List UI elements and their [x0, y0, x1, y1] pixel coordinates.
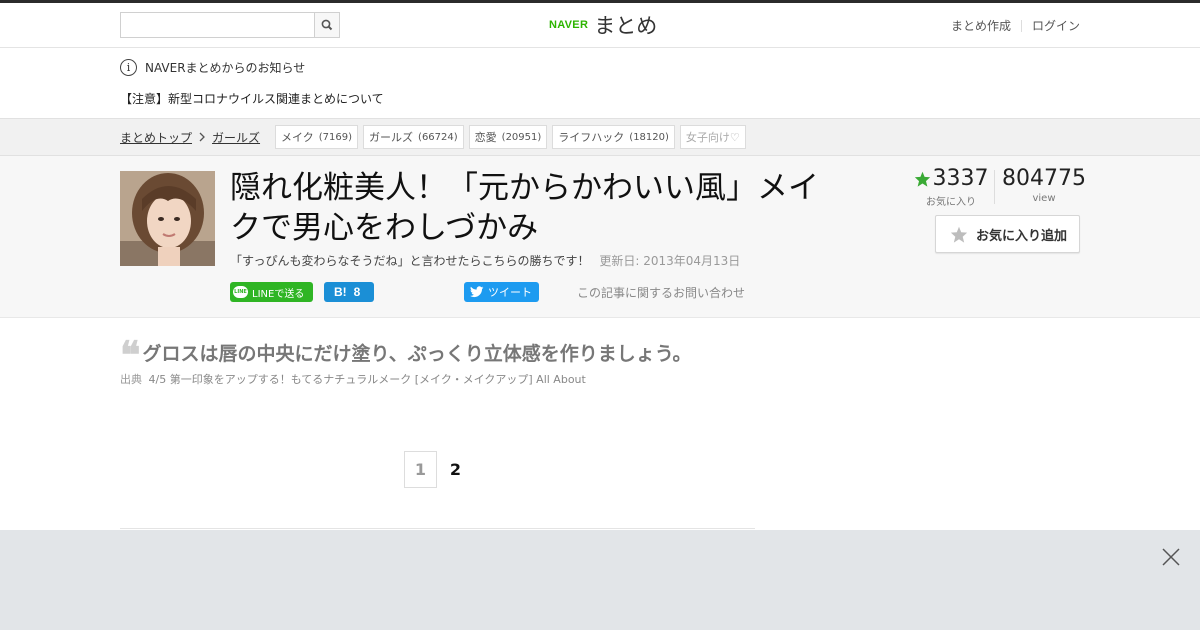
breadcrumb: まとめトップ ガールズ [120, 129, 260, 146]
article-title: 隠れ化粧美人！「元からかわいい風」メイクで男心をわしづかみ [230, 170, 819, 246]
source-link[interactable]: 4/5 第一印象をアップする！もてるナチュラルメーク [メイク・メイクアップ] … [149, 373, 586, 386]
quote-block: ❝ グロスは唇の中央にだけ塗り、ぷっくり立体感を作りましょう。 [120, 331, 692, 377]
views-count: 804775 [1002, 166, 1086, 191]
info-icon: i [120, 58, 137, 76]
line-icon: LINE [233, 286, 248, 298]
twitter-bird-icon [470, 286, 484, 298]
hatena-count: 8 [353, 285, 361, 299]
tag-label: ライフハック [558, 131, 625, 144]
tag-girls[interactable]: ガールズ (66724) [363, 125, 464, 149]
tag-label: メイク [281, 131, 314, 144]
tag-count: (20951) [501, 131, 542, 143]
tag-for-women[interactable]: 女子向け♡ [679, 125, 746, 149]
article-subtitle-row: 「すっぴんも変わらなそうだね」と言わせたらこちらの勝ちです！ 更新日: 2013… [230, 252, 740, 269]
tag-list: メイク (7169) ガールズ (66724) 恋愛 (20951) ライフハッ… [275, 125, 751, 149]
share-bar: LINE LINEで送る B! 8 ツイート この記事に関するお問い合わせ [230, 282, 790, 302]
views-label: view [1032, 193, 1056, 204]
star-icon [914, 171, 930, 187]
favorites-count: 3337 [932, 166, 989, 191]
notice-link[interactable]: 【注意】新型コロナウイルス関連まとめについて [120, 90, 384, 107]
views-stat: 804775 view [995, 166, 1093, 204]
logo-brand: NAVER [549, 19, 589, 31]
quote-text: グロスは唇の中央にだけ塗り、ぷっくり立体感を作りましょう。 [142, 343, 692, 365]
hatena-bookmark-button[interactable]: B! 8 [324, 282, 374, 302]
quote-source: 出典 4/5 第一印象をアップする！もてるナチュラルメーク [メイク・メイクアッ… [120, 371, 586, 387]
add-favorite-label: お気に入り追加 [976, 228, 1068, 244]
tag-label: 女子向け♡ [685, 131, 740, 144]
page-1-current: 1 [404, 451, 437, 488]
search-input[interactable] [121, 13, 315, 37]
create-matome-link[interactable]: まとめ作成 [951, 17, 1011, 34]
tag-label: ガールズ [369, 131, 414, 144]
page-2-link[interactable]: 2 [439, 451, 472, 488]
quote-icon: ❝ [120, 331, 141, 377]
header-links: まとめ作成 ログイン [951, 17, 1080, 34]
breadcrumb-girls-link[interactable]: ガールズ [212, 129, 260, 146]
line-share-label: LINEで送る [252, 288, 305, 300]
contact-link[interactable]: この記事に関するお問い合わせ [577, 284, 745, 301]
site-logo[interactable]: NAVER まとめ [549, 11, 657, 39]
tag-count: (66724) [418, 131, 458, 143]
pagination: 1 2 [404, 451, 472, 488]
breadcrumb-bar: まとめトップ ガールズ メイク (7169) ガールズ (66724) 恋愛 (… [0, 118, 1200, 156]
tweet-label: ツイート [488, 286, 532, 299]
content-divider [120, 528, 755, 529]
tag-lifehack[interactable]: ライフハック (18120) [552, 125, 675, 149]
line-share-button[interactable]: LINE LINEで送る [230, 282, 313, 302]
article-header: 隠れ化粧美人！「元からかわいい風」メイクで男心をわしづかみ 「すっぴんも変わらな… [0, 156, 1200, 318]
add-favorite-button[interactable]: お気に入り追加 [935, 215, 1080, 253]
source-label: 出典 [120, 373, 142, 386]
article-stats: 3337 お気に入り 804775 view [908, 166, 1086, 208]
notice-heading-row: i NAVERまとめからのお知らせ [120, 57, 305, 77]
tag-count: (7169) [318, 131, 353, 143]
login-link[interactable]: ログイン [1032, 17, 1080, 34]
tweet-button[interactable]: ツイート [464, 282, 539, 302]
notice-heading: NAVERまとめからのお知らせ [145, 60, 306, 75]
hatena-icon: B! [334, 285, 347, 299]
star-outline-icon [950, 226, 968, 243]
article-thumbnail [120, 171, 215, 266]
close-overlay-button[interactable] [1162, 548, 1180, 566]
tag-label: 恋愛 [474, 131, 497, 144]
tag-count: (18120) [629, 131, 669, 143]
search-icon [321, 19, 333, 31]
header-divider [1020, 19, 1022, 32]
search-box [120, 12, 340, 38]
logo-name: まとめ [594, 14, 658, 38]
close-icon [1162, 548, 1180, 566]
favorites-stat: 3337 お気に入り [908, 166, 994, 208]
updated-date: 更新日: 2013年04月13日 [599, 254, 741, 268]
breadcrumb-top-link[interactable]: まとめトップ [120, 129, 192, 146]
chevron-right-icon [198, 131, 206, 145]
ad-overlay-panel [0, 530, 1200, 630]
article-subtitle: 「すっぴんも変わらなそうだね」と言わせたらこちらの勝ちです！ [230, 254, 590, 268]
favorites-label: お気に入り [926, 197, 976, 208]
search-button[interactable] [314, 13, 339, 37]
tag-love[interactable]: 恋愛 (20951) [468, 125, 548, 149]
tag-makeup[interactable]: メイク (7169) [275, 125, 359, 149]
site-header: NAVER まとめ まとめ作成 ログイン [0, 3, 1200, 48]
